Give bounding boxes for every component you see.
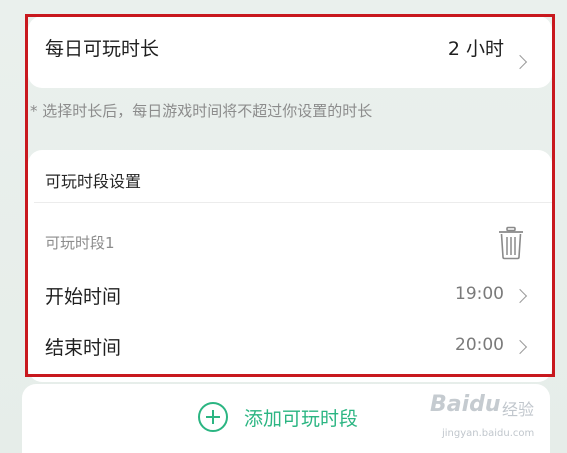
chevron-right-icon bbox=[512, 339, 528, 355]
chevron-right-icon bbox=[512, 288, 528, 304]
add-period-button[interactable]: 添加可玩时段 bbox=[198, 402, 358, 432]
trash-icon[interactable] bbox=[498, 226, 524, 260]
slot-label: 可玩时段1 bbox=[45, 234, 115, 252]
divider bbox=[34, 202, 552, 203]
hint-text: * 选择时长后，每日游戏时间将不超过你设置的时长 bbox=[30, 102, 373, 120]
period-settings-card: 可玩时段设置 可玩时段1 开始时间 19:00 结束时间 20:00 bbox=[28, 150, 552, 382]
daily-limit-label: 每日可玩时长 bbox=[45, 38, 160, 60]
start-time-label[interactable]: 开始时间 bbox=[45, 282, 121, 309]
watermark-name: 经验 bbox=[502, 400, 535, 419]
plus-circle-icon bbox=[198, 402, 228, 432]
daily-limit-row[interactable]: 每日可玩时长 2 小时 bbox=[28, 16, 552, 88]
start-time-value[interactable]: 19:00 bbox=[455, 284, 504, 304]
add-period-label: 添加可玩时段 bbox=[244, 407, 359, 430]
section-title: 可玩时段设置 bbox=[45, 172, 142, 191]
chevron-right-icon bbox=[512, 54, 528, 70]
daily-limit-value: 2 小时 bbox=[447, 38, 504, 60]
watermark: Baidu 经验 jingyan.baidu.com bbox=[430, 390, 562, 446]
end-time-value[interactable]: 20:00 bbox=[455, 335, 504, 355]
end-time-label[interactable]: 结束时间 bbox=[45, 333, 121, 360]
watermark-url: jingyan.baidu.com bbox=[442, 428, 535, 439]
watermark-logo: Baidu bbox=[430, 392, 501, 417]
screen: 每日可玩时长 2 小时 * 选择时长后，每日游戏时间将不超过你设置的时长 可玩时… bbox=[0, 0, 567, 453]
